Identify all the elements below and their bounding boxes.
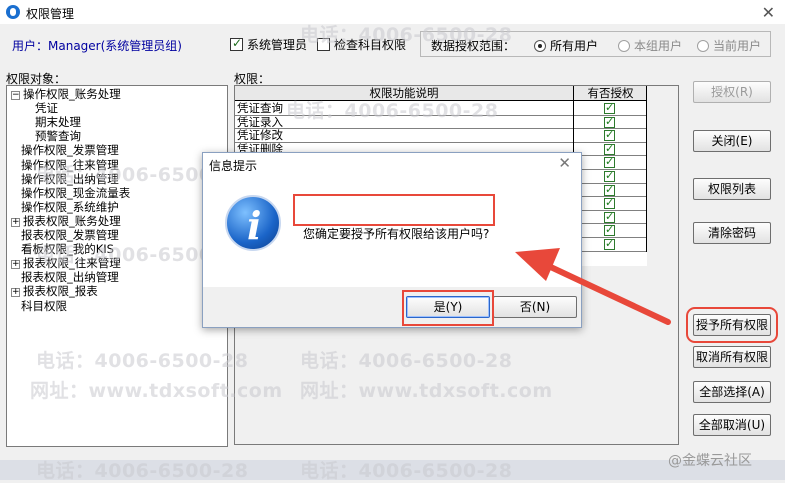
scope-group: 数据授权范围： 所有用户 本组用户 当前用户 (420, 31, 771, 57)
tree-node[interactable]: 预警查询 (35, 129, 81, 143)
message-highlight-box (293, 194, 495, 226)
close-button[interactable]: 关闭(E) (693, 130, 771, 152)
table-row[interactable]: 凭证修改 (235, 128, 647, 143)
granted-checkbox[interactable] (604, 183, 615, 196)
tree-node[interactable]: − 操作权限_账务处理 (11, 87, 121, 101)
tree-node[interactable]: 报表权限_发票管理 (21, 228, 119, 242)
tree-node-label: 操作权限_发票管理 (21, 143, 119, 158)
tree-node[interactable]: 操作权限_出纳管理 (21, 172, 119, 186)
granted-checkbox[interactable] (604, 196, 615, 210)
check-subject-checkbox[interactable]: 检查科目权限 (317, 36, 406, 53)
dialog-message: 您确定要授予所有权限给该用户吗? (303, 227, 490, 241)
app-icon (6, 5, 20, 19)
tree-node[interactable]: 凭证 (35, 101, 58, 115)
column-header-granted: 有否授权 (573, 86, 647, 101)
granted-checkbox[interactable] (604, 223, 615, 237)
tree-node-label: 凭证 (35, 101, 58, 116)
expand-icon[interactable]: + (11, 217, 20, 227)
grant-button[interactable]: 授权(R) (693, 81, 771, 103)
tree-node[interactable]: 操作权限_往来管理 (21, 158, 119, 172)
permission-description: 凭证修改 (237, 128, 283, 143)
radio-all-users[interactable]: 所有用户 (534, 37, 598, 54)
permission-object-tree[interactable]: − 操作权限_账务处理 凭证 期末处理 预警查询 操作权限_发票管理 操作权限_往来管理 操作… (6, 85, 228, 447)
table-row[interactable]: 凭证录入 (235, 114, 647, 130)
tree-node[interactable]: 操作权限_发票管理 (21, 143, 119, 157)
sysadmin-checkbox[interactable]: 系统管理员 (230, 36, 307, 53)
expand-icon[interactable]: + (11, 260, 20, 270)
permission-description: 凭证查询 (237, 101, 283, 115)
tree-node[interactable]: + 报表权限_报表 (11, 284, 98, 298)
table-row[interactable]: 凭证查询 (235, 101, 647, 116)
granted-checkbox[interactable] (604, 115, 615, 128)
tree-node-label: 操作权限_往来管理 (21, 157, 119, 172)
sysadmin-label: 系统管理员 (247, 38, 308, 52)
check-subject-box[interactable] (317, 38, 330, 51)
brand-watermark: @金蝶云社区 (668, 453, 752, 469)
sysadmin-check-box[interactable] (230, 36, 243, 51)
radio-all-users-label: 所有用户 (550, 39, 599, 53)
tree-node[interactable]: 操作权限_现金流量表 (21, 186, 130, 200)
tree-node[interactable]: 科目权限 (21, 299, 67, 313)
expand-icon[interactable]: + (11, 288, 20, 298)
granted-checkbox[interactable] (604, 101, 615, 114)
tree-node-label: 科目权限 (21, 298, 67, 313)
clear-password-button[interactable]: 清除密码 (693, 222, 771, 244)
tree-node-label: 期末处理 (35, 115, 81, 130)
dialog-title-bar: 信息提示 ✕ (203, 153, 581, 175)
revoke-all-button[interactable]: 取消所有权限 (693, 346, 771, 368)
select-all-button[interactable]: 全部选择(A) (693, 381, 771, 403)
tree-node[interactable]: + 报表权限_账务处理 (11, 214, 121, 228)
title-bar: 权限管理 ✕ (0, 0, 785, 24)
radio-dot[interactable] (534, 39, 546, 52)
dialog-body: i 您确定要授予所有权限给该用户吗? (203, 175, 581, 287)
radio-current-user[interactable]: 当前用户 (697, 37, 761, 54)
tree-node[interactable]: 报表权限_出纳管理 (21, 270, 119, 284)
radio-group-users[interactable]: 本组用户 (618, 37, 682, 54)
deselect-all-button[interactable]: 全部取消(U) (693, 414, 771, 436)
tree-node[interactable]: 看板权限_我的KIS (21, 242, 114, 256)
column-divider (646, 86, 647, 252)
radio-group-users-label: 本组用户 (634, 39, 683, 53)
tree-node-label: 报表权限_往来管理 (23, 256, 121, 271)
no-button[interactable]: 否(N) (493, 296, 577, 318)
granted-checkbox[interactable] (604, 142, 615, 155)
radio-current-user-label: 当前用户 (713, 39, 762, 53)
window-title: 权限管理 (26, 7, 75, 21)
granted-checkbox[interactable] (604, 210, 615, 223)
granted-checkbox[interactable] (604, 237, 615, 250)
collapse-icon[interactable]: − (11, 91, 20, 100)
yes-highlight-box (402, 290, 494, 326)
granted-checkbox[interactable] (604, 169, 615, 182)
tree-node-label: 报表权限_出纳管理 (21, 270, 119, 285)
column-header-description: 权限功能说明 (235, 86, 573, 101)
tree-node-label: 报表权限_发票管理 (21, 228, 119, 242)
tree-node-label: 操作权限_账务处理 (23, 87, 121, 101)
tree-node[interactable]: 期末处理 (35, 115, 81, 129)
permission-description: 凭证录入 (237, 114, 283, 129)
tree-node-label: 报表权限_报表 (23, 284, 98, 299)
radio-dot[interactable] (697, 39, 709, 52)
dialog-title: 信息提示 (209, 159, 258, 173)
info-icon: i (225, 195, 281, 251)
tree-node-label: 看板权限_我的KIS (21, 242, 114, 257)
tree-node-label: 操作权限_现金流量表 (21, 185, 131, 200)
user-label: 用户：Manager(系统管理员组) (12, 39, 182, 53)
close-icon[interactable]: ✕ (762, 3, 775, 22)
tree-node-label: 预警查询 (35, 129, 81, 144)
tree-node-label: 操作权限_系统维护 (21, 199, 119, 214)
confirm-dialog: 信息提示 ✕ i 您确定要授予所有权限给该用户吗? 是(Y) 否(N) (202, 152, 582, 328)
granted-checkbox[interactable] (604, 155, 615, 169)
scope-label: 数据授权范围： (431, 39, 516, 53)
tree-node[interactable]: + 报表权限_往来管理 (11, 256, 121, 270)
radio-dot[interactable] (618, 39, 630, 52)
tree-node[interactable]: 操作权限_系统维护 (21, 200, 119, 214)
dialog-close-icon[interactable]: ✕ (558, 154, 571, 172)
tree-node-label: 操作权限_出纳管理 (21, 171, 119, 186)
permission-list-button[interactable]: 权限列表 (693, 178, 771, 200)
tree-node-label: 报表权限_账务处理 (23, 213, 121, 228)
check-subject-label: 检查科目权限 (334, 38, 407, 52)
granted-checkbox[interactable] (604, 128, 615, 142)
grant-all-button[interactable]: 授予所有权限 (686, 307, 778, 343)
